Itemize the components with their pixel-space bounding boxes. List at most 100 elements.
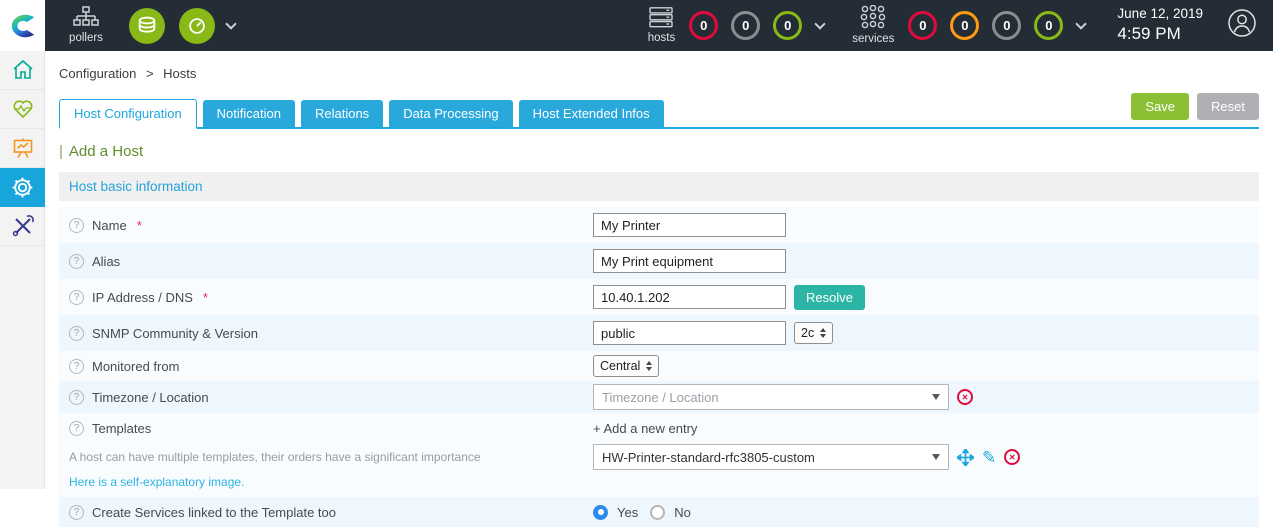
alias-input[interactable]: [593, 249, 786, 273]
monitored-from-value: Central: [600, 359, 641, 373]
alias-label: Alias: [92, 253, 121, 269]
services-menu[interactable]: services: [852, 5, 894, 46]
user-avatar-icon: [1228, 9, 1256, 37]
required-asterisk: *: [202, 289, 208, 305]
help-icon[interactable]: ?: [69, 289, 84, 305]
form-row-templates: ? Templates A host can have multiple tem…: [59, 413, 1259, 497]
help-icon[interactable]: ?: [69, 504, 84, 520]
snmp-label: SNMP Community & Version: [92, 325, 258, 341]
hosts-label: hosts: [647, 32, 676, 45]
hosts-down-count: 0: [700, 18, 708, 33]
services-unknown-counter[interactable]: 0: [992, 11, 1022, 40]
sidebar-item-administration[interactable]: [0, 207, 45, 246]
tab-relations[interactable]: Relations: [300, 100, 384, 127]
pollers-label: pollers: [69, 32, 103, 45]
current-date: June 12, 2019: [1117, 6, 1203, 22]
service-counters: 0 0 0 0: [908, 11, 1064, 40]
page-title-text: Add a Host: [68, 143, 144, 160]
help-icon[interactable]: ?: [69, 253, 84, 269]
sidebar-item-configuration[interactable]: [0, 168, 45, 207]
form-row-timezone: ? Timezone / Location Timezone / Locatio…: [59, 381, 1259, 413]
help-icon[interactable]: ?: [69, 217, 84, 233]
hosts-menu[interactable]: hosts: [647, 6, 676, 45]
form-row-monitored-from: ? Monitored from Central: [59, 351, 1259, 381]
help-icon[interactable]: ?: [69, 358, 84, 374]
services-chevron-down-icon[interactable]: [1075, 17, 1088, 30]
move-icon[interactable]: [957, 448, 974, 466]
snmp-version-select[interactable]: 2c: [794, 322, 834, 344]
sidebar-item-home[interactable]: [0, 51, 45, 90]
templates-label: Templates: [92, 421, 152, 436]
host-counters: 0 0 0: [689, 11, 803, 40]
database-status-button[interactable]: [129, 7, 165, 44]
tab-notification[interactable]: Notification: [202, 100, 295, 127]
timezone-clear-icon[interactable]: ✕: [957, 389, 973, 405]
heart-pulse-icon: [12, 100, 33, 119]
dropdown-arrow-icon: [932, 394, 940, 400]
edit-template-icon[interactable]: ✎: [982, 449, 996, 466]
services-label: services: [852, 33, 895, 46]
snmp-version-value: 2c: [801, 326, 815, 340]
centreon-logo[interactable]: [0, 0, 45, 51]
hosts-up-count: 0: [784, 18, 792, 33]
create-services-yes-radio[interactable]: [593, 504, 608, 520]
services-critical-count: 0: [919, 18, 927, 33]
hosts-down-counter[interactable]: 0: [689, 11, 719, 40]
ip-address-label: IP Address / DNS: [92, 289, 193, 305]
services-ok-counter[interactable]: 0: [1034, 11, 1064, 40]
centreon-logo-icon: [11, 14, 34, 37]
name-label: Name: [92, 217, 127, 233]
tab-host-configuration[interactable]: Host Configuration: [59, 99, 197, 129]
snmp-community-input[interactable]: [593, 321, 786, 345]
help-icon[interactable]: ?: [69, 421, 84, 436]
hosts-up-counter[interactable]: 0: [773, 11, 803, 40]
save-button[interactable]: Save: [1131, 93, 1190, 120]
main-content: Configuration > Hosts Host Configuration…: [45, 51, 1273, 527]
reset-button[interactable]: Reset: [1197, 93, 1259, 120]
pollers-icon: [73, 6, 99, 26]
add-new-entry-link[interactable]: + Add a new entry: [593, 421, 1020, 436]
tab-data-processing[interactable]: Data Processing: [389, 100, 513, 127]
services-ok-count: 0: [1045, 18, 1053, 33]
delete-template-icon[interactable]: ✕: [1004, 449, 1021, 465]
breadcrumb-configuration[interactable]: Configuration: [59, 66, 136, 81]
gauge-icon: [189, 17, 205, 34]
monitored-from-select[interactable]: Central: [593, 355, 660, 377]
top-bar: pollers hosts 0 0 0 services 0 0 0 0 Jun…: [0, 0, 1273, 51]
services-warning-counter[interactable]: 0: [950, 11, 980, 40]
pollers-menu[interactable]: pollers: [61, 6, 111, 45]
tab-host-extended-infos[interactable]: Host Extended Infos: [518, 100, 664, 127]
template-dropdown[interactable]: HW-Printer-standard-rfc3805-custom: [593, 444, 949, 470]
templates-helper-text: A host can have multiple templates, thei…: [69, 450, 481, 464]
timezone-dropdown[interactable]: Timezone / Location: [593, 384, 949, 410]
hosts-chevron-down-icon[interactable]: [814, 17, 826, 30]
name-input[interactable]: [593, 213, 786, 237]
page-title: | Add a Host: [59, 143, 1259, 160]
breadcrumb-hosts[interactable]: Hosts: [163, 66, 196, 81]
resolve-button[interactable]: Resolve: [794, 284, 865, 310]
help-icon[interactable]: ?: [69, 325, 84, 341]
form-row-ip-address: ? IP Address / DNS * Resolve: [59, 279, 1259, 315]
services-unknown-count: 0: [1003, 18, 1011, 33]
gauge-status-button[interactable]: [179, 7, 215, 44]
sidebar-item-monitoring[interactable]: [0, 90, 45, 129]
current-time: 4:59 PM: [1117, 24, 1181, 44]
form-row-name: ? Name *: [59, 207, 1259, 243]
sidebar-item-reporting[interactable]: [0, 129, 45, 168]
timezone-label: Timezone / Location: [92, 389, 209, 405]
create-services-no-radio[interactable]: [650, 504, 666, 520]
template-selected-value: HW-Printer-standard-rfc3805-custom: [602, 449, 815, 465]
poller-chevron-down-icon[interactable]: [225, 17, 237, 30]
select-arrows-icon: [820, 328, 827, 338]
ip-address-input[interactable]: [593, 285, 786, 309]
services-critical-counter[interactable]: 0: [908, 11, 938, 40]
templates-helper-link[interactable]: Here is a self-explanatory image.: [69, 475, 244, 489]
required-asterisk: *: [136, 217, 142, 233]
chart-easel-icon: [13, 138, 32, 158]
page-title-bar: |: [59, 143, 63, 160]
form-row-snmp: ? SNMP Community & Version 2c: [59, 315, 1259, 351]
hosts-unreachable-counter[interactable]: 0: [731, 11, 761, 40]
home-icon: [12, 59, 33, 79]
help-icon[interactable]: ?: [69, 389, 84, 405]
user-menu-button[interactable]: [1227, 8, 1257, 43]
